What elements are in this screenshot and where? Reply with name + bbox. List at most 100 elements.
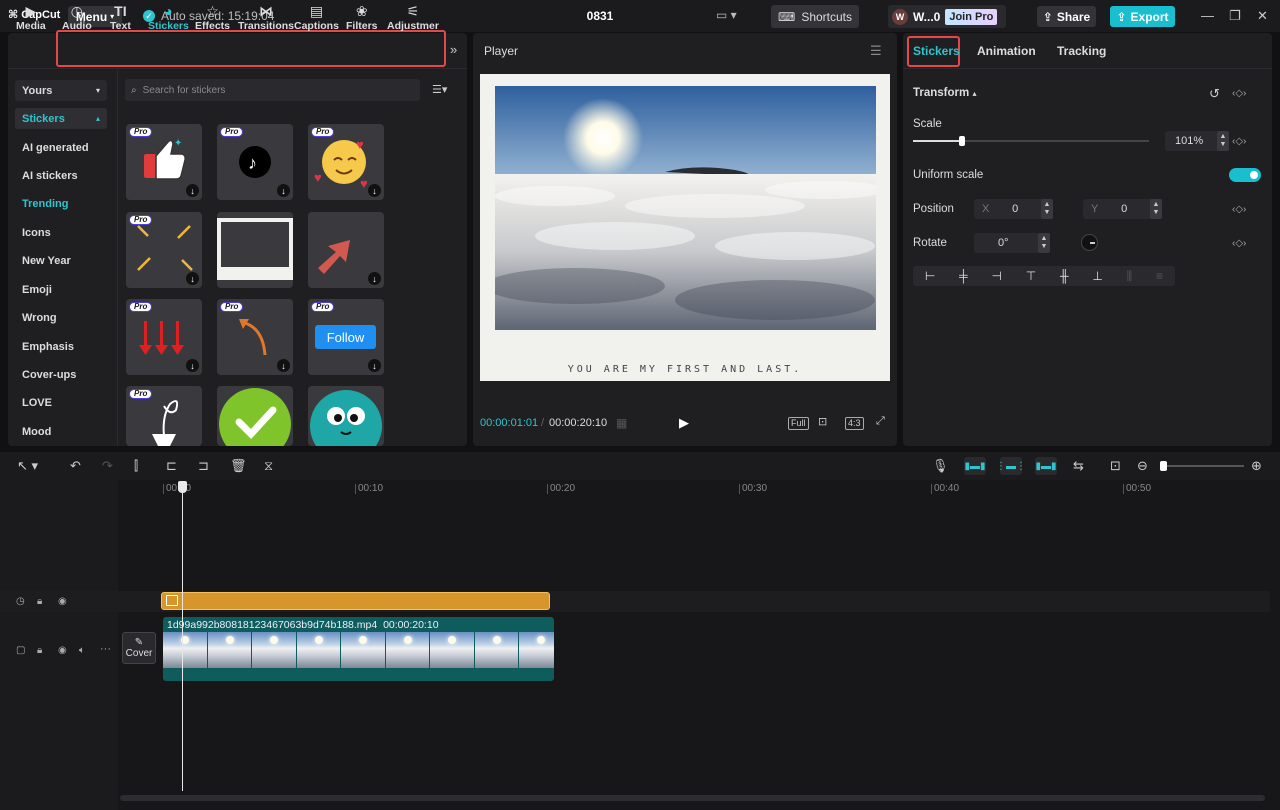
- download-icon[interactable]: ↓: [368, 184, 381, 197]
- tab-audio[interactable]: ◷ Audio: [62, 3, 92, 32]
- category-ai-stickers[interactable]: AI stickers: [22, 170, 78, 182]
- category-ai-generated[interactable]: AI generated: [22, 142, 89, 154]
- lock-icon[interactable]: 🔒︎: [37, 645, 42, 656]
- full-quality-button[interactable]: Full: [788, 417, 809, 430]
- delete-icon[interactable]: 🗑︎: [230, 458, 247, 474]
- sticker-hearts-emoji[interactable]: Pro ♥ ♥ ♥ ↓: [308, 124, 384, 200]
- scale-input[interactable]: 101% ▲ ▼: [1165, 131, 1229, 151]
- stepper-icon[interactable]: ▲ ▼: [1038, 233, 1050, 253]
- tab-stickers[interactable]: ◕ Stickers: [148, 3, 189, 32]
- share-button[interactable]: ⇪ Share: [1037, 6, 1096, 27]
- audio-mute-icon[interactable]: 🔈︎: [79, 645, 85, 656]
- sticker-curved-arrow[interactable]: Pro ↓: [217, 299, 293, 375]
- snap-icon[interactable]: ⋮▬⋮: [996, 457, 1026, 475]
- sticker-plant[interactable]: Pro: [126, 386, 202, 446]
- align-middle-vertical-icon[interactable]: ╫: [1060, 269, 1069, 283]
- close-icon[interactable]: ✕: [1257, 8, 1268, 24]
- main-track-magnet-icon[interactable]: ▮▬▮: [964, 457, 986, 475]
- tab-effects[interactable]: ☆ Effects: [195, 3, 230, 32]
- rotate-dial[interactable]: [1081, 234, 1098, 251]
- split-left-icon[interactable]: ⊏: [166, 458, 177, 474]
- preview-icon[interactable]: ⊡: [1110, 458, 1121, 474]
- align-center-horizontal-icon[interactable]: ╪: [959, 269, 968, 283]
- zoom-slider-handle[interactable]: [1160, 461, 1167, 471]
- maximize-icon[interactable]: ❐: [1229, 8, 1241, 24]
- keyframe-icon[interactable]: ‹◇›: [1232, 238, 1246, 249]
- position-y-input[interactable]: Y 0 ▲ ▼: [1083, 199, 1162, 219]
- aspect-ratio-button[interactable]: 4:3: [845, 417, 864, 430]
- more-options-icon[interactable]: ···: [100, 643, 111, 655]
- playhead[interactable]: [182, 481, 183, 791]
- more-tabs-icon[interactable]: »: [450, 42, 457, 57]
- join-pro-button[interactable]: Join Pro: [945, 8, 998, 25]
- download-icon[interactable]: ↓: [368, 359, 381, 372]
- hamburger-icon[interactable]: ☰: [870, 43, 882, 59]
- preview-axis-icon[interactable]: ⇆: [1073, 458, 1084, 474]
- scale-slider-handle[interactable]: [959, 136, 965, 146]
- play-icon[interactable]: ▶: [679, 415, 689, 431]
- shortcuts-button[interactable]: ⌨ Shortcuts: [771, 5, 859, 28]
- filter-icon[interactable]: ☰▾: [432, 83, 447, 96]
- stickers-category[interactable]: Stickers ▴: [15, 108, 107, 129]
- tab-transitions[interactable]: ⋈ Transitions: [238, 3, 294, 32]
- screenshot-icon[interactable]: ⊡: [818, 415, 827, 428]
- sticker-clip[interactable]: [161, 592, 550, 610]
- align-left-icon[interactable]: ⊢: [925, 269, 935, 283]
- lock-icon[interactable]: 🔒︎: [37, 596, 42, 607]
- sticker-tiktok[interactable]: Pro ♪ ↓: [217, 124, 293, 200]
- zoom-out-icon[interactable]: ⊖: [1137, 458, 1148, 474]
- stepper-icon[interactable]: ▲ ▼: [1150, 199, 1162, 219]
- timeline-scrollbar[interactable]: [120, 795, 1265, 801]
- sticker-red-arrow[interactable]: ↓: [308, 212, 384, 288]
- sticker-blue-monster[interactable]: [308, 386, 384, 446]
- align-right-icon[interactable]: ⊣: [992, 269, 1002, 283]
- sticker-search-box[interactable]: ⌕ Search for stickers: [125, 79, 420, 101]
- video-clip[interactable]: 1d99a992b80818123467063b9d74b188.mp4 00:…: [163, 617, 554, 681]
- minimize-icon[interactable]: —: [1201, 8, 1214, 23]
- tab-captions[interactable]: ▤ Captions: [294, 3, 339, 32]
- sticker-green-check[interactable]: [217, 386, 293, 446]
- category-cover-ups[interactable]: Cover-ups: [22, 369, 76, 381]
- eye-icon[interactable]: ◉: [58, 596, 67, 607]
- tab-filters[interactable]: ❀ Filters: [346, 3, 378, 32]
- transform-heading[interactable]: Transform ▴: [913, 87, 976, 99]
- download-icon[interactable]: ↓: [186, 184, 199, 197]
- keyframe-icon[interactable]: ‹◇›: [1232, 88, 1246, 99]
- category-trending[interactable]: Trending: [22, 198, 68, 210]
- split-right-icon[interactable]: ⊐: [198, 458, 209, 474]
- eye-icon[interactable]: ◉: [58, 645, 67, 656]
- user-account[interactable]: W W...0 Join Pro: [888, 5, 1006, 28]
- position-x-input[interactable]: X 0 ▲ ▼: [974, 199, 1053, 219]
- category-mood[interactable]: Mood: [22, 426, 51, 438]
- sticker-yellow-arrows[interactable]: Pro ↓: [126, 212, 202, 288]
- distribute-vertical-icon[interactable]: ≡: [1156, 269, 1163, 283]
- export-button[interactable]: ⇪ Export: [1110, 6, 1175, 27]
- align-bottom-icon[interactable]: ⊥: [1092, 269, 1102, 283]
- playhead-handle[interactable]: [178, 481, 187, 493]
- tab-animation[interactable]: Animation: [977, 44, 1036, 58]
- fullscreen-icon[interactable]: ⤢: [876, 415, 885, 428]
- category-emphasis[interactable]: Emphasis: [22, 341, 74, 353]
- sticker-photo-frame[interactable]: [217, 212, 293, 288]
- category-new-year[interactable]: New Year: [22, 255, 71, 267]
- zoom-slider[interactable]: [1160, 461, 1244, 471]
- sticker-follow-button[interactable]: Pro Follow ↓: [308, 299, 384, 375]
- link-icon[interactable]: ▮▬▮: [1035, 457, 1057, 475]
- split-icon[interactable]: ⫿: [134, 458, 138, 474]
- mirror-icon[interactable]: ⧖: [264, 458, 273, 474]
- align-top-icon[interactable]: ⊤: [1026, 269, 1036, 283]
- cover-button[interactable]: ✎ Cover: [122, 632, 156, 664]
- select-tool-icon[interactable]: ↖ ▾: [17, 458, 38, 474]
- tab-text[interactable]: TI Text: [110, 3, 131, 32]
- undo-icon[interactable]: ↶: [70, 458, 81, 474]
- distribute-horizontal-icon[interactable]: ⫼: [1127, 269, 1133, 284]
- zoom-in-icon[interactable]: ⊕: [1251, 458, 1262, 474]
- microphone-icon[interactable]: 🎙︎: [932, 458, 949, 474]
- keyframe-icon[interactable]: ‹◇›: [1232, 136, 1246, 147]
- redo-icon[interactable]: ↷: [102, 458, 113, 474]
- category-icons[interactable]: Icons: [22, 227, 51, 239]
- download-icon[interactable]: ↓: [186, 272, 199, 285]
- category-love[interactable]: LOVE: [22, 397, 52, 409]
- stepper-icon[interactable]: ▲ ▼: [1217, 131, 1229, 151]
- keyframe-icon[interactable]: ‹◇›: [1232, 204, 1246, 215]
